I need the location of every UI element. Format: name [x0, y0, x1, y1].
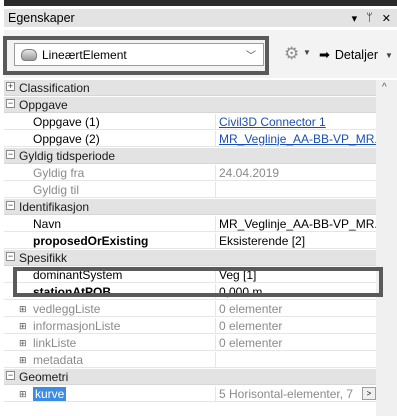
- property-name-text: Oppgave (2): [33, 131, 100, 146]
- details-dropdown-icon[interactable]: ▼: [385, 51, 393, 60]
- property-value[interactable]: MR_Veglinje_AA-BB-VP_MR...: [219, 132, 376, 146]
- property-name: Gyldig fra: [33, 166, 213, 180]
- scroll-up-icon[interactable]: ^: [382, 82, 387, 93]
- property-name-text: proposedOrExisting: [33, 233, 149, 248]
- collapse-icon[interactable]: −: [6, 99, 15, 108]
- property-name-text: Gyldig fra: [33, 165, 85, 180]
- property-name: Oppgave (2): [33, 132, 213, 146]
- panel-titlebar: Egenskaper ▾ ᛘ ✕: [4, 9, 397, 27]
- expand-icon[interactable]: ⊞: [19, 321, 27, 332]
- collapse-icon[interactable]: −: [6, 371, 15, 380]
- details-label: Detaljer: [334, 48, 378, 62]
- gear-dropdown-icon[interactable]: ▼: [303, 48, 311, 57]
- expand-icon[interactable]: ⊞: [19, 338, 27, 349]
- property-name: informasjonListe: [33, 319, 213, 333]
- column-divider: [215, 352, 216, 368]
- category-label: Oppgave: [19, 97, 68, 112]
- column-divider: [215, 335, 216, 351]
- category-label: Spesifikk: [19, 250, 68, 265]
- property-name: proposedOrExisting: [33, 234, 213, 248]
- column-divider: [215, 318, 216, 334]
- property-name: Oppgave (1): [33, 115, 213, 129]
- property-row-metadata[interactable]: ⊞ metadata: [4, 352, 376, 368]
- property-name-text: Gyldig til: [33, 182, 80, 197]
- column-divider: [215, 182, 216, 198]
- category-spesifikk[interactable]: − Spesifikk: [4, 250, 376, 266]
- category-gyldig-tidsperiode[interactable]: − Gyldig tidsperiode: [4, 148, 376, 164]
- property-name: vedleggListe: [33, 302, 213, 316]
- property-name-text: Navn: [33, 216, 62, 231]
- property-row-gyldig-fra[interactable]: Gyldig fra 24.04.2019: [4, 165, 376, 181]
- category-oppgave[interactable]: − Oppgave: [4, 97, 376, 113]
- property-name: Gyldig til: [33, 183, 213, 197]
- category-label: Classification: [19, 80, 90, 95]
- property-value: 5 Horisontal-elementer, 7: [219, 386, 354, 401]
- property-row-proposedorexisting[interactable]: proposedOrExisting Eksisterende [2]: [4, 233, 376, 249]
- expand-icon[interactable]: +: [6, 82, 15, 91]
- expand-icon[interactable]: ⊞: [19, 304, 27, 315]
- highlight-box-dominantsystem: [13, 267, 383, 297]
- property-name-text: kurve: [33, 386, 67, 401]
- column-divider: [215, 216, 216, 232]
- category-identifikasjon[interactable]: − Identifikasjon: [4, 199, 376, 215]
- expand-value-button[interactable]: >: [362, 387, 376, 400]
- column-divider: [215, 301, 216, 317]
- property-name: kurve: [33, 386, 213, 401]
- property-name-text: metadata: [33, 352, 84, 367]
- column-divider: [215, 114, 216, 130]
- property-value: MR_Veglinje_AA-BB-VP_MR...: [219, 216, 376, 231]
- property-row-kurve[interactable]: ⊞ kurve 5 Horisontal-elementer, 7 >: [4, 386, 376, 402]
- category-label: Gyldig tidsperiode: [19, 148, 116, 163]
- property-value: 0 elementer: [219, 301, 283, 316]
- property-name-text: linkListe: [33, 335, 77, 350]
- category-classification[interactable]: + Classification: [4, 80, 376, 96]
- expand-icon[interactable]: ⊞: [19, 389, 27, 400]
- property-name-text: informasjonListe: [33, 318, 121, 333]
- category-geometri[interactable]: − Geometri: [4, 369, 376, 385]
- property-name-text: Oppgave (1): [33, 114, 100, 129]
- category-label: Identifikasjon: [19, 199, 90, 214]
- close-icon[interactable]: ✕: [382, 12, 391, 25]
- property-value: 0 elementer: [219, 335, 283, 350]
- property-value[interactable]: Civil3D Connector 1: [219, 115, 376, 129]
- expand-icon[interactable]: ⊞: [19, 355, 27, 366]
- property-value: Eksisterende [2]: [219, 233, 306, 248]
- collapse-icon[interactable]: −: [6, 201, 15, 210]
- vertical-scrollbar[interactable]: ^: [376, 80, 397, 416]
- column-divider: [215, 386, 216, 402]
- category-label: Geometri: [19, 369, 69, 384]
- property-name: Navn: [33, 217, 213, 231]
- column-divider: [215, 233, 216, 249]
- panel-menu-icon[interactable]: ▾: [352, 12, 358, 25]
- property-name: metadata: [33, 353, 213, 367]
- property-row-oppgave-1[interactable]: Oppgave (1) Civil3D Connector 1: [4, 114, 376, 130]
- property-value: 0 elementer: [219, 318, 283, 333]
- collapse-icon[interactable]: −: [6, 252, 15, 261]
- collapse-icon[interactable]: −: [6, 150, 15, 159]
- column-divider: [215, 131, 216, 147]
- highlight-box-combo: [3, 36, 269, 75]
- property-row-informasjonliste[interactable]: ⊞ informasjonListe 0 elementer: [4, 318, 376, 334]
- arrow-right-icon: ➡: [319, 47, 330, 62]
- property-name-text: vedleggListe: [33, 301, 101, 316]
- column-divider: [215, 165, 216, 181]
- details-button[interactable]: ➡ Detaljer ▼: [319, 45, 393, 65]
- pin-icon[interactable]: ᛘ: [366, 12, 373, 24]
- property-row-navn[interactable]: Navn MR_Veglinje_AA-BB-VP_MR...: [4, 216, 376, 232]
- property-row-gyldig-til[interactable]: Gyldig til: [4, 182, 376, 198]
- property-row-linkliste[interactable]: ⊞ linkListe 0 elementer: [4, 335, 376, 351]
- property-row-vedleggliste[interactable]: ⊞ vedleggListe 0 elementer: [4, 301, 376, 317]
- property-name: linkListe: [33, 336, 213, 350]
- window-top-edge: [0, 0, 397, 9]
- property-row-oppgave-2[interactable]: Oppgave (2) MR_Veglinje_AA-BB-VP_MR...: [4, 131, 376, 147]
- property-grid: + Classification − Oppgave Oppgave (1) Civil3…: [4, 80, 397, 416]
- panel-title: Egenskaper: [8, 11, 75, 25]
- property-value: 24.04.2019: [219, 165, 280, 180]
